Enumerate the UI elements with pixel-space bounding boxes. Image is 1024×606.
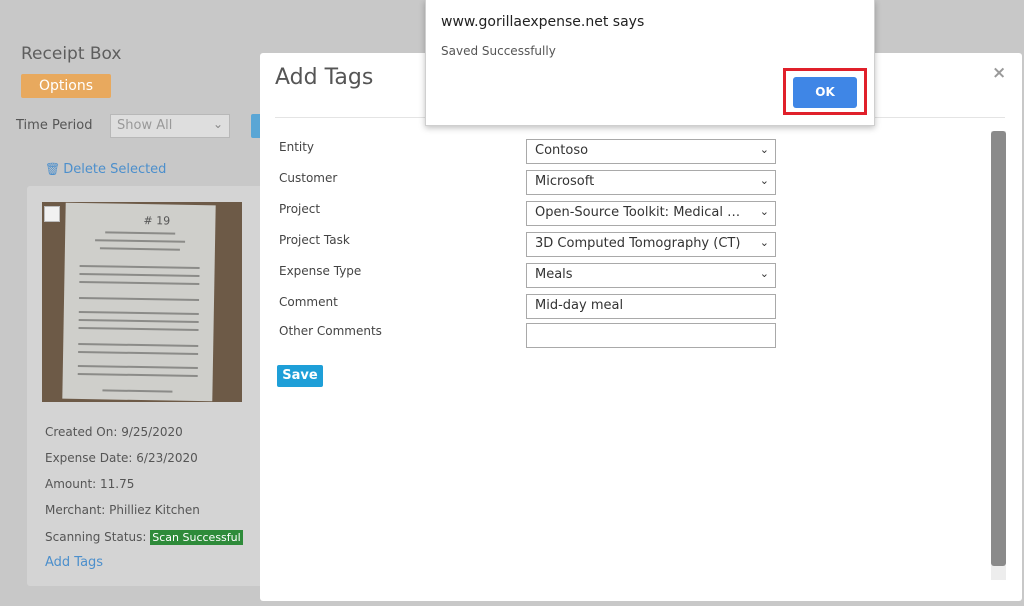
project-value: Open-Source Toolkit: Medical I... [535, 205, 743, 220]
project-label: Project [279, 202, 321, 216]
chevron-down-icon: ⌄ [759, 205, 769, 218]
other-comments-label: Other Comments [279, 324, 382, 338]
chevron-down-icon: ⌄ [759, 236, 769, 249]
delete-selected-label: Delete Selected [63, 162, 167, 177]
receipt-number: # 19 [143, 214, 171, 228]
created-on-text: Created On: 9/25/2020 [45, 425, 183, 439]
receipt-select-checkbox[interactable] [44, 206, 60, 222]
merchant-text: Merchant: Philliez Kitchen [45, 503, 200, 517]
expense-type-label: Expense Type [279, 264, 362, 278]
chevron-down-icon: ⌄ [759, 174, 769, 187]
add-tags-link[interactable]: Add Tags [45, 555, 103, 570]
modal-title: Add Tags [275, 65, 374, 90]
alert-title: www.gorillaexpense.net says [441, 14, 645, 30]
expense-type-select[interactable]: Meals ⌄ [526, 263, 776, 288]
expense-date-text: Expense Date: 6/23/2020 [45, 451, 198, 465]
expense-type-value: Meals [535, 267, 573, 282]
scanning-status-label: Scanning Status: [45, 530, 147, 544]
receipt-paper: # 19 [62, 202, 216, 402]
project-task-select[interactable]: 3D Computed Tomography (CT) ⌄ [526, 232, 776, 257]
alert-message: Saved Successfully [441, 44, 556, 58]
trash-icon: 🗑 [45, 162, 61, 176]
delete-selected-link[interactable]: 🗑 Delete Selected [45, 162, 166, 177]
entity-value: Contoso [535, 143, 589, 158]
chevron-down-icon: ⌄ [212, 117, 223, 131]
status-badge: Scan Successful [150, 530, 243, 545]
customer-value: Microsoft [535, 174, 595, 189]
time-period-value: Show All [117, 118, 173, 133]
chevron-down-icon: ⌄ [759, 143, 769, 156]
amount-text: Amount: 11.75 [45, 477, 135, 491]
project-select[interactable]: Open-Source Toolkit: Medical I... ⌄ [526, 201, 776, 226]
page-title: Receipt Box [21, 44, 122, 64]
project-task-value: 3D Computed Tomography (CT) [535, 236, 741, 251]
customer-label: Customer [279, 171, 338, 185]
scanning-status: Scanning Status: Scan Successful [45, 530, 243, 545]
time-period-label: Time Period [16, 118, 93, 133]
comment-label: Comment [279, 295, 338, 309]
project-task-label: Project Task [279, 233, 350, 247]
customer-select[interactable]: Microsoft ⌄ [526, 170, 776, 195]
scrollbar-thumb[interactable] [991, 131, 1006, 566]
save-button[interactable]: Save [277, 365, 323, 387]
entity-label: Entity [279, 140, 315, 154]
time-period-select[interactable]: Show All ⌄ [110, 114, 230, 138]
ok-button[interactable]: OK [793, 77, 857, 108]
comment-input[interactable]: Mid-day meal [526, 294, 776, 319]
receipt-image[interactable]: # 19 [42, 202, 242, 402]
options-button[interactable]: Options [21, 74, 111, 98]
close-icon[interactable]: × [992, 63, 1006, 83]
chevron-down-icon: ⌄ [759, 267, 769, 280]
other-comments-input[interactable] [526, 323, 776, 348]
entity-select[interactable]: Contoso ⌄ [526, 139, 776, 164]
